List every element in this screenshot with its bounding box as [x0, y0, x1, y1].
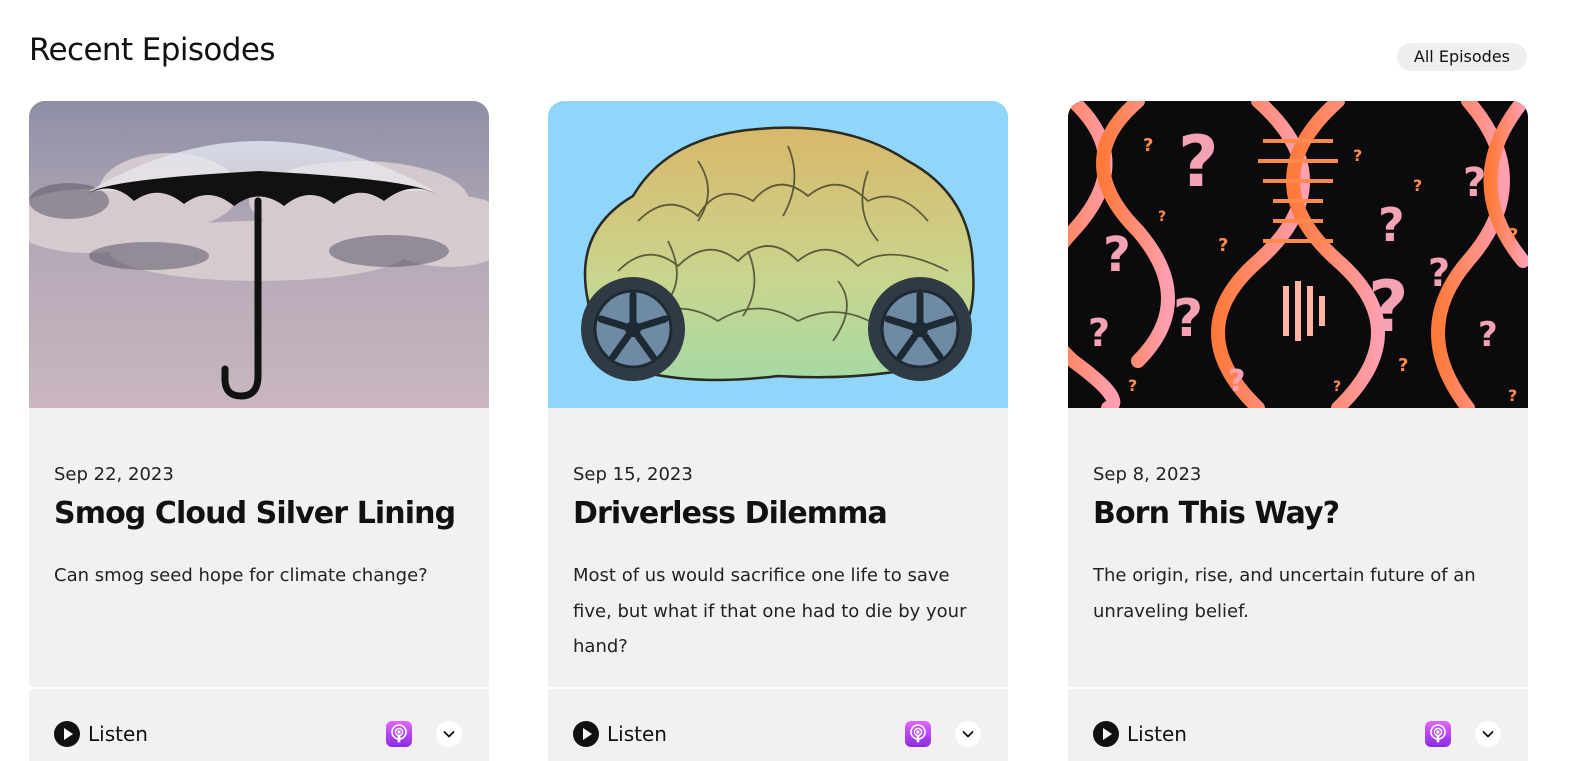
svg-text:?: ?: [1428, 251, 1450, 295]
svg-text:?: ?: [1128, 376, 1137, 395]
play-icon: [1093, 721, 1119, 747]
svg-text:?: ?: [1228, 364, 1245, 399]
apple-podcasts-icon[interactable]: [905, 721, 931, 747]
episode-date: Sep 8, 2023: [1093, 464, 1202, 485]
episode-title[interactable]: Driverless Dilemma: [573, 496, 988, 532]
apple-podcasts-icon[interactable]: [386, 721, 412, 747]
svg-text:?: ?: [1333, 379, 1341, 395]
episode-footer: Listen: [29, 689, 489, 761]
episode-footer: Listen: [548, 689, 1008, 761]
svg-text:?: ?: [1413, 176, 1422, 195]
all-episodes-button[interactable]: All Episodes: [1396, 43, 1527, 71]
svg-text:?: ?: [1103, 227, 1131, 283]
episode-body: Sep 8, 2023 Born This Way? The origin, r…: [1093, 464, 1508, 629]
episode-artwork[interactable]: [548, 101, 1008, 408]
episode-date: Sep 15, 2023: [573, 464, 693, 485]
episode-body: Sep 22, 2023 Smog Cloud Silver Lining Ca…: [54, 464, 469, 594]
episode-title[interactable]: Born This Way?: [1093, 496, 1508, 532]
svg-text:?: ?: [1088, 311, 1110, 355]
listen-label: Listen: [607, 722, 667, 746]
svg-text:?: ?: [1378, 198, 1405, 252]
expand-button[interactable]: [1475, 721, 1501, 747]
svg-text:?: ?: [1173, 289, 1203, 349]
section-header: Recent Episodes All Episodes: [29, 30, 1527, 74]
chevron-down-icon: [1482, 731, 1494, 738]
episode-description: Can smog seed hope for climate change?: [54, 565, 428, 586]
svg-text:?: ?: [1178, 121, 1219, 203]
episode-title[interactable]: Smog Cloud Silver Lining: [54, 496, 469, 532]
listen-label: Listen: [88, 722, 148, 746]
episode-card: Sep 15, 2023 Driverless Dilemma Most of …: [548, 101, 1008, 761]
svg-text:?: ?: [1508, 386, 1517, 405]
svg-text:?: ?: [1508, 225, 1518, 246]
episode-body: Sep 15, 2023 Driverless Dilemma Most of …: [573, 464, 988, 665]
episode-description: Most of us would sacrifice one life to s…: [573, 565, 967, 657]
svg-text:?: ?: [1158, 209, 1166, 225]
page-title: Recent Episodes: [29, 32, 275, 68]
episode-artwork[interactable]: [29, 101, 489, 408]
play-icon: [573, 721, 599, 747]
apple-podcasts-icon[interactable]: [1425, 721, 1451, 747]
chevron-down-icon: [962, 731, 974, 738]
svg-text:?: ?: [1398, 355, 1408, 376]
episode-date: Sep 22, 2023: [54, 464, 174, 485]
listen-button[interactable]: Listen: [54, 721, 148, 747]
expand-button[interactable]: [955, 721, 981, 747]
svg-text:?: ?: [1478, 315, 1498, 355]
chevron-down-icon: [443, 731, 455, 738]
listen-button[interactable]: Listen: [1093, 721, 1187, 747]
svg-text:?: ?: [1353, 146, 1362, 165]
listen-label: Listen: [1127, 722, 1187, 746]
episode-card: ? ? ? ? ? ? ? ? ? ? ?? ?? ?? ?? ?? Sep 8…: [1068, 101, 1528, 761]
expand-button[interactable]: [436, 721, 462, 747]
listen-button[interactable]: Listen: [573, 721, 667, 747]
episode-artwork[interactable]: ? ? ? ? ? ? ? ? ? ? ?? ?? ?? ?? ??: [1068, 101, 1528, 408]
svg-text:?: ?: [1143, 135, 1153, 156]
svg-text:?: ?: [1218, 235, 1228, 256]
episode-description: The origin, rise, and uncertain future o…: [1093, 565, 1476, 622]
episode-card: Sep 22, 2023 Smog Cloud Silver Lining Ca…: [29, 101, 489, 761]
play-icon: [54, 721, 80, 747]
svg-text:?: ?: [1368, 266, 1409, 348]
svg-text:?: ?: [1463, 160, 1486, 206]
episode-footer: Listen: [1068, 689, 1528, 761]
